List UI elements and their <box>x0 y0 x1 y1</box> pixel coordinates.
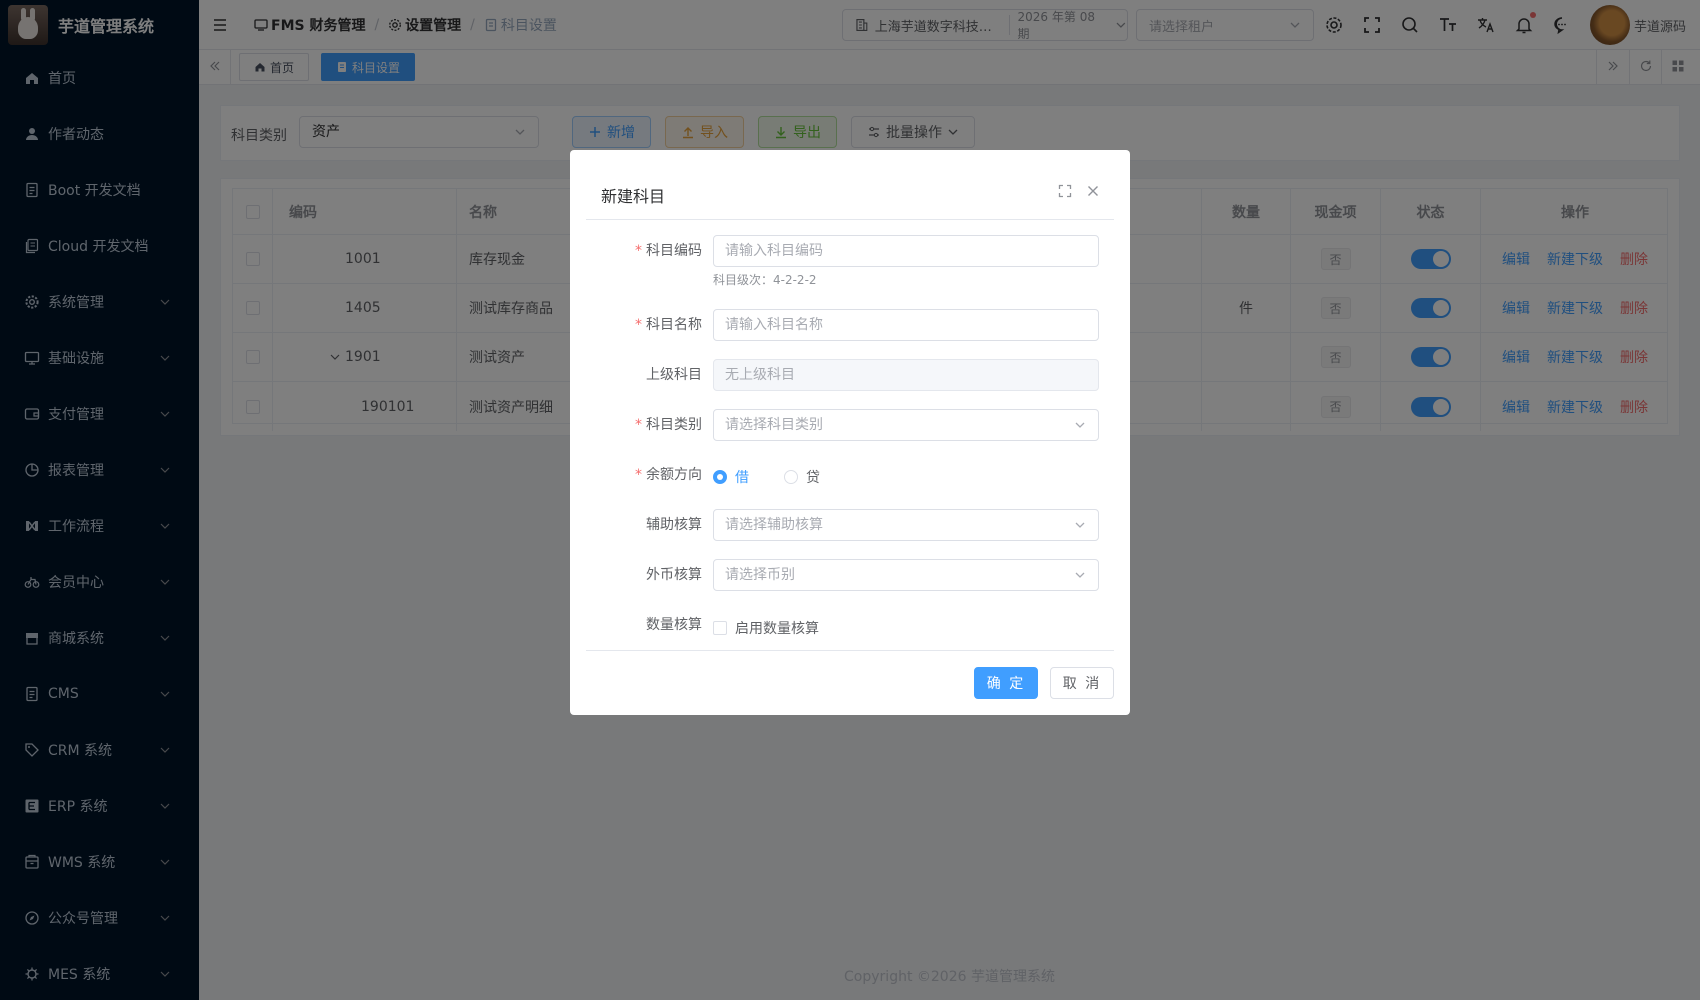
required-mark: * <box>635 243 642 259</box>
fullscreen-icon[interactable] <box>1058 184 1072 198</box>
chevron-down-icon <box>1074 569 1086 581</box>
radio-credit[interactable]: 贷 <box>784 467 820 487</box>
checkbox-label: 启用数量核算 <box>735 621 819 637</box>
type-label: * 科目类别 <box>635 409 702 441</box>
aux-label: 辅助核算 <box>646 517 702 533</box>
dialog-title: 新建科目 <box>601 187 666 206</box>
radio-debit[interactable]: 借 <box>713 467 749 487</box>
checkbox-box <box>713 621 727 635</box>
code-level-hint: 科目级次：4-2-2-2 <box>713 273 817 287</box>
name-label: * 科目名称 <box>635 309 702 341</box>
code-label-text: 科目编码 <box>646 243 702 259</box>
type-label-text: 科目类别 <box>646 417 702 433</box>
radio-debit-label: 借 <box>735 470 749 486</box>
name-input[interactable]: 请输入科目名称 <box>713 309 1099 341</box>
currency-placeholder: 请选择币别 <box>725 567 795 583</box>
dialog-header-divider <box>586 219 1114 220</box>
radio-circle <box>784 470 798 484</box>
aux-placeholder: 请选择辅助核算 <box>725 517 823 533</box>
radio-circle-checked <box>713 470 727 484</box>
confirm-button[interactable]: 确 定 <box>974 667 1038 699</box>
code-label: * 科目编码 <box>635 235 702 267</box>
qty-label: 数量核算 <box>646 617 702 633</box>
type-placeholder: 请选择科目类别 <box>725 417 823 433</box>
parent-label: 上级科目 <box>646 367 702 383</box>
required-mark: * <box>635 317 642 333</box>
enable-quantity-checkbox[interactable]: 启用数量核算 <box>713 618 819 638</box>
aux-select[interactable]: 请选择辅助核算 <box>713 509 1099 541</box>
currency-select[interactable]: 请选择币别 <box>713 559 1099 591</box>
direction-label: * 余额方向 <box>635 459 702 491</box>
code-input[interactable]: 请输入科目编码 <box>713 235 1099 267</box>
chevron-down-icon <box>1074 419 1086 431</box>
close-icon[interactable] <box>1086 184 1100 198</box>
new-account-dialog: 新建科目 * 科目编码 请输入科目编码 科目级次：4-2-2-2 * 科目名称 请输… <box>570 150 1130 715</box>
fx-label: 外币核算 <box>646 567 702 583</box>
required-mark: * <box>635 467 642 483</box>
radio-credit-label: 贷 <box>806 470 820 486</box>
dialog-footer-divider <box>586 650 1114 651</box>
direction-label-text: 余额方向 <box>646 467 702 483</box>
parent-input: 无上级科目 <box>713 359 1099 391</box>
cancel-button[interactable]: 取 消 <box>1050 667 1114 699</box>
type-select[interactable]: 请选择科目类别 <box>713 409 1099 441</box>
chevron-down-icon <box>1074 519 1086 531</box>
required-mark: * <box>635 417 642 433</box>
name-label-text: 科目名称 <box>646 317 702 333</box>
